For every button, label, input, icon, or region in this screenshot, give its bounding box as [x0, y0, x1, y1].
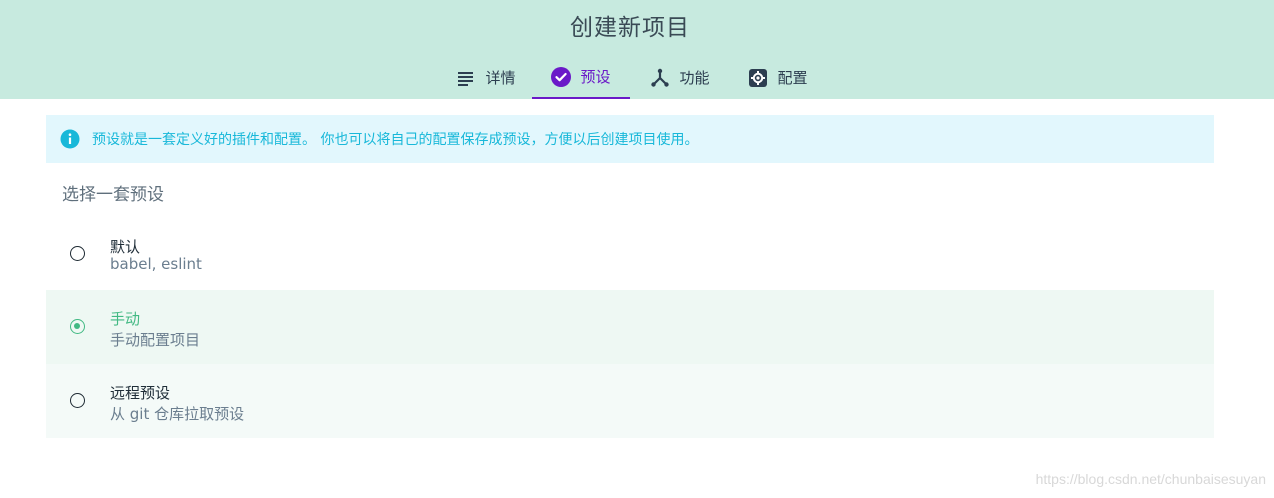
preset-title: 默认	[110, 238, 141, 256]
tab-features-label: 功能	[679, 69, 710, 87]
radio-button[interactable]	[70, 393, 85, 408]
radio-button[interactable]	[70, 246, 85, 261]
tab-details-label: 详情	[485, 69, 516, 87]
radio-button-selected[interactable]	[70, 319, 85, 334]
watermark: https://blog.csdn.net/chunbaisesuyan	[1035, 471, 1266, 487]
tab-config[interactable]: 配置	[738, 56, 818, 99]
preset-option-default[interactable]: 默认 babel, eslint	[46, 218, 1214, 290]
preset-description: babel, eslint	[110, 255, 202, 273]
preset-description: 从 git 仓库拉取预设	[110, 405, 245, 423]
check-circle-icon	[551, 66, 572, 87]
tab-config-label: 配置	[777, 69, 808, 87]
header: 创建新项目 详情 预设 功能 配置	[0, 0, 1274, 99]
tab-features[interactable]: 功能	[640, 56, 720, 99]
info-icon	[60, 129, 80, 149]
info-banner: 预设就是一套定义好的插件和配置。 你也可以将自己的配置保存成预设，方便以后创建项…	[46, 115, 1214, 163]
tab-presets[interactable]: 预设	[532, 56, 630, 99]
preset-title: 手动	[110, 310, 141, 328]
preset-option-manual[interactable]: 手动 手动配置项目	[46, 290, 1214, 364]
tab-bar: 详情 预设 功能 配置	[0, 56, 1274, 99]
info-text: 预设就是一套定义好的插件和配置。 你也可以将自己的配置保存成预设，方便以后创建项…	[92, 132, 699, 148]
tab-details[interactable]: 详情	[446, 56, 526, 99]
page-title: 创建新项目	[570, 15, 690, 41]
gear-icon	[748, 68, 768, 88]
list-icon	[456, 68, 476, 88]
create-project-page: 创建新项目 详情 预设 功能 配置 预设就是一套定义好的插件和配置。 你也可以将…	[0, 0, 1274, 498]
tab-presets-label: 预设	[580, 68, 611, 86]
fork-icon	[650, 68, 670, 88]
preset-option-remote[interactable]: 远程预设 从 git 仓库拉取预设	[46, 364, 1214, 438]
preset-title: 远程预设	[110, 384, 171, 402]
section-title: 选择一套预设	[62, 185, 164, 205]
preset-description: 手动配置项目	[110, 331, 201, 349]
